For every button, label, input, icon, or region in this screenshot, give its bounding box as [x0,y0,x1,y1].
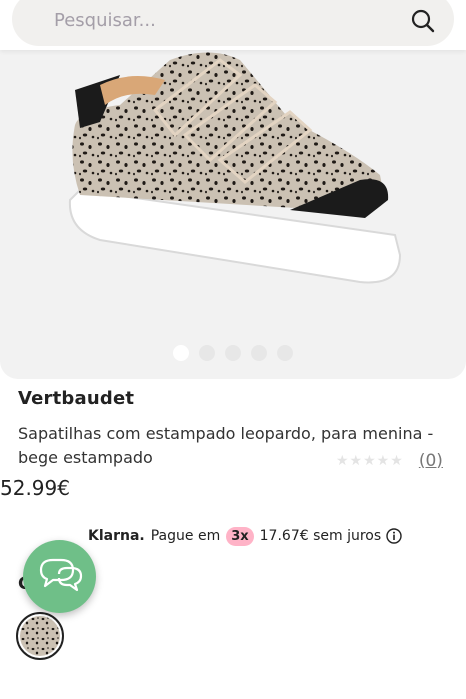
klarna-payment-info: Klarna. Pague em 3x 17.67€ sem juros [88,523,402,549]
product-price: 52.99€ [0,476,70,500]
chat-icon [39,558,83,592]
product-rating[interactable]: ★★★★★ (0) [336,450,443,474]
klarna-text-after: 17.67€ sem juros [259,528,382,544]
klarna-installments-badge: 3x [226,526,254,546]
info-icon[interactable] [386,528,402,544]
carousel-dots [0,345,466,361]
carousel-dot-1[interactable] [173,345,189,361]
product-image-gallery[interactable] [0,50,466,379]
chat-button[interactable] [23,540,96,613]
klarna-text-before: Pague em [150,528,221,544]
header [0,0,466,50]
search-input[interactable] [52,6,386,34]
carousel-dot-2[interactable] [199,345,215,361]
review-count-link[interactable]: (0) [419,451,443,471]
carousel-dot-4[interactable] [251,345,267,361]
search-bar[interactable] [12,0,454,46]
carousel-dot-3[interactable] [225,345,241,361]
color-swatch-leopard[interactable] [16,612,64,660]
search-icon[interactable] [410,8,436,34]
klarna-logo: Klarna. [88,528,145,544]
product-image [68,52,402,284]
product-brand[interactable]: Vertbaudet [18,388,134,409]
carousel-dot-5[interactable] [277,345,293,361]
rating-stars: ★★★★★ [336,452,404,469]
